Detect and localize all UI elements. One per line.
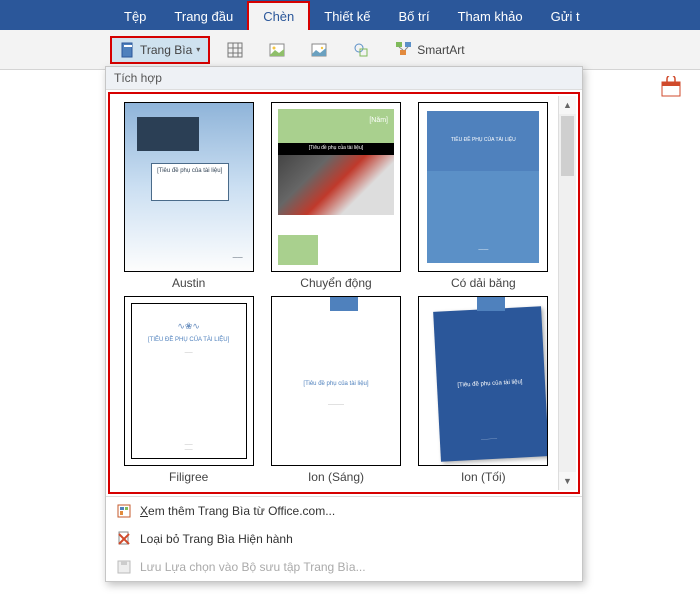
shapes-button[interactable] [344, 37, 378, 63]
tab-home[interactable]: Trang đầu [160, 3, 247, 30]
gallery-item-ion-dark[interactable]: [Tiêu đề phụ của tài liệu] ———— Ion (Tối… [413, 296, 554, 484]
menu-label: Lưu Lựa chọn vào Bộ sưu tập Trang Bìa... [140, 560, 366, 574]
table-icon [227, 42, 243, 58]
smartart-icon [395, 39, 413, 60]
office-icon [116, 503, 132, 519]
chevron-down-icon: ▾ [196, 45, 200, 54]
gallery-label: Filigree [118, 470, 259, 484]
scroll-thumb[interactable] [561, 116, 574, 176]
gallery-item-ion-light[interactable]: [Tiêu đề phụ của tài liệu] ———— Ion (Sán… [265, 296, 406, 484]
gallery-item-motion[interactable]: [Năm] [Tiêu đề phụ của tài liệu] Chuyển … [265, 102, 406, 290]
gallery-label: Ion (Sáng) [265, 470, 406, 484]
cover-page-dropdown: Tích hợp [Tiêu đề phụ của tài liệu] —— A… [105, 66, 583, 582]
gallery-highlight: [Tiêu đề phụ của tài liệu] —— Austin [Nă… [108, 92, 580, 494]
tab-references[interactable]: Tham khảo [444, 3, 537, 30]
menu-remove-cover[interactable]: Loại bỏ Trang Bìa Hiện hành [106, 525, 582, 553]
tab-design[interactable]: Thiết kế [310, 3, 384, 30]
table-button[interactable] [218, 37, 252, 63]
menu-more-from-office[interactable]: Xem thêm Trang Bìa từ Office.com... [106, 497, 582, 525]
dropdown-section-header: Tích hợp [106, 67, 582, 90]
cover-page-gallery: [Tiêu đề phụ của tài liệu] —— Austin [Nă… [110, 94, 578, 492]
store-icon[interactable] [660, 76, 682, 98]
dropdown-menu: Xem thêm Trang Bìa từ Office.com... Loại… [106, 496, 582, 581]
thumb-ion-light: [Tiêu đề phụ của tài liệu] ———— [271, 296, 401, 466]
thumb-austin: [Tiêu đề phụ của tài liệu] —— [124, 102, 254, 272]
ribbon-tabbar: Tệp Trang đầu Chèn Thiết kế Bố trí Tham … [0, 0, 700, 30]
right-side-icons [660, 76, 682, 98]
gallery-item-banded[interactable]: TIÊU ĐỀ PHỤ CỦA TÀI LIỆU —— Có dải băng [413, 102, 554, 290]
tab-layout[interactable]: Bố trí [385, 3, 444, 30]
scroll-down-button[interactable]: ▼ [559, 472, 576, 490]
shapes-icon [353, 42, 369, 58]
scroll-up-button[interactable]: ▲ [559, 96, 576, 114]
online-picture-icon [311, 42, 327, 58]
gallery-label: Chuyển động [265, 276, 406, 290]
menu-label: Xem thêm Trang Bìa từ Office.com... [140, 504, 335, 518]
online-pictures-button[interactable] [302, 37, 336, 63]
gallery-label: Có dải băng [413, 276, 554, 290]
menu-save-selection: Lưu Lựa chọn vào Bộ sưu tập Trang Bìa... [106, 553, 582, 581]
thumb-banded: TIÊU ĐỀ PHỤ CỦA TÀI LIỆU —— [418, 102, 548, 272]
thumb-filigree: ∿❀∿ [TIÊU ĐỀ PHỤ CỦA TÀI LIỆU] —— ———— [124, 296, 254, 466]
menu-label: Loại bỏ Trang Bìa Hiện hành [140, 532, 293, 546]
remove-page-icon [116, 531, 132, 547]
ribbon: Trang Bìa ▾ SmartArt [0, 30, 700, 70]
tab-mailings[interactable]: Gửi t [537, 3, 594, 30]
gallery-item-austin[interactable]: [Tiêu đề phụ của tài liệu] —— Austin [118, 102, 259, 290]
tab-file[interactable]: Tệp [110, 3, 160, 30]
gallery-item-filigree[interactable]: ∿❀∿ [TIÊU ĐỀ PHỤ CỦA TÀI LIỆU] —— ———— F… [118, 296, 259, 484]
save-gallery-icon [116, 559, 132, 575]
pictures-button[interactable] [260, 37, 294, 63]
page-icon [120, 42, 136, 58]
cover-page-button[interactable]: Trang Bìa ▾ [110, 36, 210, 64]
gallery-scrollbar[interactable]: ▲ ▼ [558, 96, 576, 490]
smartart-button[interactable]: SmartArt [386, 34, 473, 65]
gallery-label: Ion (Tối) [413, 470, 554, 484]
smartart-label: SmartArt [417, 43, 464, 57]
cover-page-label: Trang Bìa [140, 43, 192, 57]
thumb-ion-dark: [Tiêu đề phụ của tài liệu] ———— [418, 296, 548, 466]
thumb-motion: [Năm] [Tiêu đề phụ của tài liệu] [271, 102, 401, 272]
picture-icon [269, 42, 285, 58]
gallery-label: Austin [118, 276, 259, 290]
tab-insert[interactable]: Chèn [247, 1, 310, 30]
